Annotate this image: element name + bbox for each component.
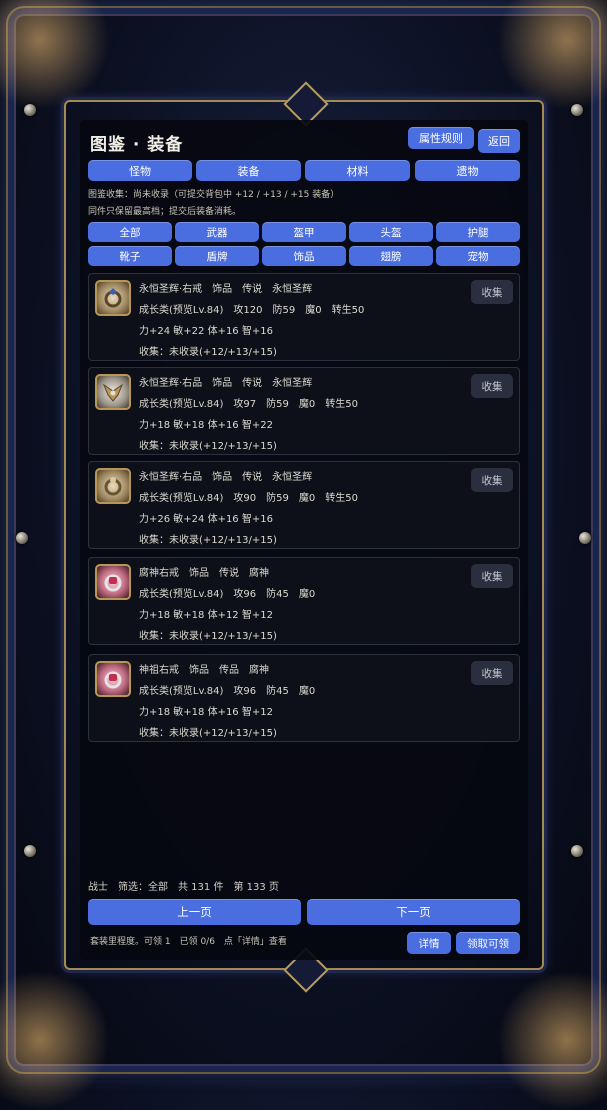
item-stats: 成长类(预览Lv.84) 攻96 防45 魔0 (139, 589, 316, 600)
filter-accessory[interactable]: 饰品 (262, 246, 346, 266)
item-collect-status: 收集：未收录(+12/+13/+15) (139, 728, 277, 739)
list-item: 永恒圣辉·右品 饰品 传说 永恒圣辉 成长类(预览Lv.84) 攻97 防59 … (88, 367, 520, 455)
item-attributes: 力+24 敏+22 体+16 智+16 (139, 326, 273, 337)
tab-material[interactable]: 材料 (305, 160, 410, 181)
amulet-icon (95, 374, 131, 410)
attribute-rules-button[interactable]: 属性规则 (408, 127, 474, 149)
filter-shield[interactable]: 盾牌 (175, 246, 259, 266)
list-item: 腐神右戒 饰品 传说 腐神 成长类(预览Lv.84) 攻96 防45 魔0 力+… (88, 557, 520, 645)
claim-button[interactable]: 领取可领 (456, 932, 520, 954)
stud-icon (24, 104, 36, 116)
item-stats: 成长类(预览Lv.84) 攻97 防59 魔0 转生50 (139, 399, 358, 410)
filter-leggings[interactable]: 护腿 (436, 222, 520, 242)
collect-button[interactable]: 收集 (471, 468, 513, 492)
item-attributes: 力+18 敏+18 体+12 智+12 (139, 610, 273, 621)
prev-page-button[interactable]: 上一页 (88, 899, 301, 925)
item-attributes: 力+18 敏+18 体+16 智+12 (139, 707, 273, 718)
list-item: 神祖右戒 饰品 传品 腐神 成长类(预览Lv.84) 攻96 防45 魔0 力+… (88, 654, 520, 742)
filter-all[interactable]: 全部 (88, 222, 172, 242)
set-progress-note: 套装里程度。可领 1 已领 0/6 点「详情」查看 (90, 937, 287, 947)
item-stats: 成长类(预览Lv.84) 攻90 防59 魔0 转生50 (139, 493, 358, 504)
list-item: 永恒圣辉·右品 饰品 传说 永恒圣辉 成长类(预览Lv.84) 攻90 防59 … (88, 461, 520, 549)
tab-relic[interactable]: 遗物 (415, 160, 520, 181)
item-name: 永恒圣辉·右品 饰品 传说 永恒圣辉 (139, 378, 313, 389)
collect-button[interactable]: 收集 (471, 564, 513, 588)
page-title: 图鉴 · 装备 (90, 135, 184, 155)
collect-button[interactable]: 收集 (471, 661, 513, 685)
ruby-ring-icon (95, 564, 131, 600)
back-button[interactable]: 返回 (478, 129, 520, 153)
tab-equipment[interactable]: 装备 (196, 160, 301, 181)
tab-monster[interactable]: 怪物 (88, 160, 192, 181)
filter-armor[interactable]: 盔甲 (262, 222, 346, 242)
filter-wings[interactable]: 翅膀 (349, 246, 433, 266)
filter-weapon[interactable]: 武器 (175, 222, 259, 242)
stud-icon (571, 845, 583, 857)
item-name: 永恒圣辉·右品 饰品 传说 永恒圣辉 (139, 472, 313, 483)
collection-note: 图鉴收集：尚未收录（可提交背包中 +12 / +13 / +15 装备） (88, 190, 340, 200)
stud-icon (24, 845, 36, 857)
stud-icon (16, 532, 28, 544)
collect-button[interactable]: 收集 (471, 374, 513, 398)
ruby-ring-icon (95, 661, 131, 697)
list-item: 永恒圣辉·右戒 饰品 传说 永恒圣辉 成长类(预览Lv.84) 攻120 防59… (88, 273, 520, 361)
item-name: 腐神右戒 饰品 传说 腐神 (139, 568, 269, 579)
filter-boots[interactable]: 靴子 (88, 246, 172, 266)
item-stats: 成长类(预览Lv.84) 攻96 防45 魔0 (139, 686, 316, 697)
item-stats: 成长类(预览Lv.84) 攻120 防59 魔0 转生50 (139, 305, 365, 316)
item-name: 永恒圣辉·右戒 饰品 传说 永恒圣辉 (139, 284, 313, 295)
collect-button[interactable]: 收集 (471, 280, 513, 304)
ring-icon (95, 280, 131, 316)
ring-icon (95, 468, 131, 504)
filter-helmet[interactable]: 头盔 (349, 222, 433, 242)
details-button[interactable]: 详情 (407, 932, 451, 954)
item-collect-status: 收集：未收录(+12/+13/+15) (139, 441, 277, 452)
item-attributes: 力+18 敏+18 体+16 智+22 (139, 420, 273, 431)
filter-status: 战士 筛选：全部 共 131 件 第 133 页 (88, 882, 279, 893)
item-collect-status: 收集：未收录(+12/+13/+15) (139, 347, 277, 358)
filter-pet[interactable]: 宠物 (436, 246, 520, 266)
stud-icon (571, 104, 583, 116)
next-page-button[interactable]: 下一页 (307, 899, 520, 925)
item-name: 神祖右戒 饰品 传品 腐神 (139, 665, 269, 676)
item-collect-status: 收集：未收录(+12/+13/+15) (139, 535, 277, 546)
item-attributes: 力+26 敏+24 体+16 智+16 (139, 514, 273, 525)
submit-note: 同件只保留最高档；提交后装备消耗。 (88, 207, 242, 217)
item-collect-status: 收集：未收录(+12/+13/+15) (139, 631, 277, 642)
stud-icon (579, 532, 591, 544)
